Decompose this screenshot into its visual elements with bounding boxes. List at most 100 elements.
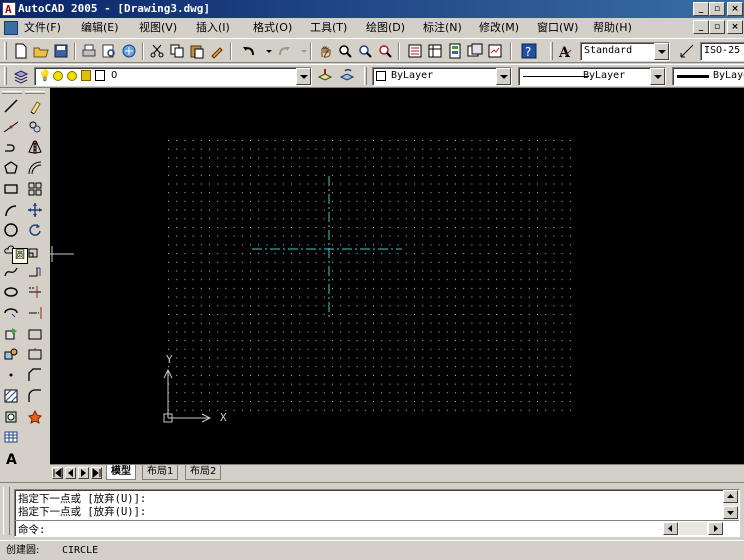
pan-realtime-icon[interactable] [316, 42, 334, 60]
properties-icon[interactable] [406, 42, 424, 60]
tab-model[interactable]: 模型 [106, 465, 136, 480]
table-icon[interactable] [2, 428, 20, 446]
mirror-icon[interactable] [26, 138, 44, 156]
app-restore-button[interactable]: ▫ [709, 2, 725, 16]
polygon-icon[interactable] [2, 159, 20, 177]
break-at-point-icon[interactable] [26, 325, 44, 343]
layer-lock-icon[interactable] [81, 70, 91, 81]
markup-set-manager-icon[interactable] [486, 42, 504, 60]
next-tab-button[interactable] [78, 467, 89, 479]
doc-restore-button[interactable]: ▫ [709, 20, 725, 34]
menu-draw[interactable]: 绘图(D) [366, 20, 405, 36]
layer-manager-icon[interactable] [12, 67, 30, 85]
break-icon[interactable] [26, 345, 44, 363]
move-icon[interactable] [26, 201, 44, 219]
model-space[interactable] [50, 88, 744, 464]
scroll-right-button[interactable] [708, 522, 723, 535]
previous-tab-button[interactable] [65, 467, 76, 479]
sheet-set-manager-icon[interactable] [466, 42, 484, 60]
stretch-icon[interactable] [26, 263, 44, 281]
menu-dimension[interactable]: 标注(N) [423, 20, 462, 36]
erase-icon[interactable] [26, 97, 44, 115]
app-minimize-button[interactable]: _ [693, 2, 709, 16]
scroll-down-button[interactable] [723, 506, 738, 519]
open-file-icon[interactable] [32, 42, 50, 60]
cut-icon[interactable] [148, 42, 166, 60]
scale-icon[interactable] [26, 242, 44, 260]
command-scrollbar[interactable] [723, 490, 739, 520]
rectangle-icon[interactable] [2, 180, 20, 198]
undo-icon[interactable] [240, 42, 258, 60]
rotate-icon[interactable] [26, 221, 44, 239]
menu-tools[interactable]: 工具(T) [310, 20, 347, 36]
menu-window[interactable]: 窗口(W) [537, 20, 578, 36]
save-icon[interactable] [52, 42, 70, 60]
layer-previous-icon[interactable] [338, 67, 356, 85]
paste-icon[interactable] [188, 42, 206, 60]
insert-block-icon[interactable] [2, 325, 20, 343]
extend-icon[interactable] [26, 304, 44, 322]
spline-icon[interactable] [2, 263, 20, 281]
tool-palettes-icon[interactable] [446, 42, 464, 60]
chevron-down-icon[interactable] [296, 68, 311, 85]
toolbar-grip[interactable] [4, 42, 7, 60]
zoom-realtime-icon[interactable] [336, 42, 354, 60]
document-icon[interactable] [4, 21, 18, 35]
make-object-layer-current-icon[interactable] [316, 67, 334, 85]
copy-icon[interactable] [26, 118, 44, 136]
new-file-icon[interactable] [12, 42, 30, 60]
circle-icon[interactable] [2, 221, 20, 239]
layer-on-icon[interactable]: 💡 [38, 68, 52, 84]
copy-icon[interactable] [168, 42, 186, 60]
hatch-icon[interactable] [2, 387, 20, 405]
lineweight-select[interactable]: ByLayer [672, 67, 744, 86]
multiline-text-icon[interactable]: A [2, 449, 20, 467]
doc-minimize-button[interactable]: _ [693, 20, 709, 34]
dimension-style-select[interactable]: ISO-25 [700, 42, 744, 61]
menu-view[interactable]: 视图(V) [139, 20, 177, 36]
layer-freeze-viewport-icon[interactable] [67, 71, 77, 81]
color-select[interactable]: ByLayer [372, 67, 512, 86]
command-window-grip[interactable] [3, 487, 10, 535]
text-style-select[interactable]: Standard [580, 42, 670, 61]
zoom-previous-icon[interactable] [376, 42, 394, 60]
offset-icon[interactable] [26, 159, 44, 177]
plot-preview-icon[interactable] [100, 42, 118, 60]
trim-icon[interactable] [26, 283, 44, 301]
zoom-window-icon[interactable] [356, 42, 374, 60]
redo-icon[interactable] [275, 42, 293, 60]
autocad-app-icon[interactable] [2, 1, 16, 19]
point-icon[interactable] [2, 366, 20, 384]
ellipse-icon[interactable] [2, 283, 20, 301]
publish-icon[interactable] [120, 42, 138, 60]
chevron-down-icon[interactable] [650, 68, 665, 85]
polyline-icon[interactable] [2, 138, 20, 156]
array-icon[interactable] [26, 180, 44, 198]
help-icon[interactable]: ? [520, 42, 538, 60]
plot-icon[interactable] [80, 42, 98, 60]
construction-line-icon[interactable] [2, 118, 20, 136]
tab-layout2[interactable]: 布局2 [185, 465, 222, 480]
app-close-button[interactable]: × [727, 2, 743, 16]
scroll-up-button[interactable] [723, 490, 738, 503]
fillet-icon[interactable] [26, 387, 44, 405]
layer-freeze-icon[interactable] [53, 71, 63, 81]
line-icon[interactable] [2, 97, 20, 115]
last-tab-button[interactable] [91, 467, 102, 479]
drag-handle[interactable] [50, 246, 74, 262]
chevron-down-icon[interactable] [654, 43, 669, 60]
dimension-style-icon[interactable] [678, 42, 696, 60]
command-prompt[interactable]: 命令: [18, 522, 45, 537]
tab-layout1[interactable]: 布局1 [142, 465, 179, 480]
menu-edit[interactable]: 编辑(E) [81, 20, 119, 36]
menu-insert[interactable]: 插入(I) [196, 20, 230, 36]
chamfer-icon[interactable] [26, 366, 44, 384]
design-center-icon[interactable] [426, 42, 444, 60]
linetype-select[interactable]: ByLayer [518, 67, 666, 86]
region-icon[interactable] [2, 408, 20, 426]
ellipse-arc-icon[interactable] [2, 304, 20, 322]
drawing-canvas[interactable]: Y X [50, 88, 744, 464]
chevron-down-icon[interactable] [496, 68, 511, 85]
layer-select[interactable]: 💡 0 [34, 67, 312, 86]
scroll-left-button[interactable] [663, 522, 678, 535]
